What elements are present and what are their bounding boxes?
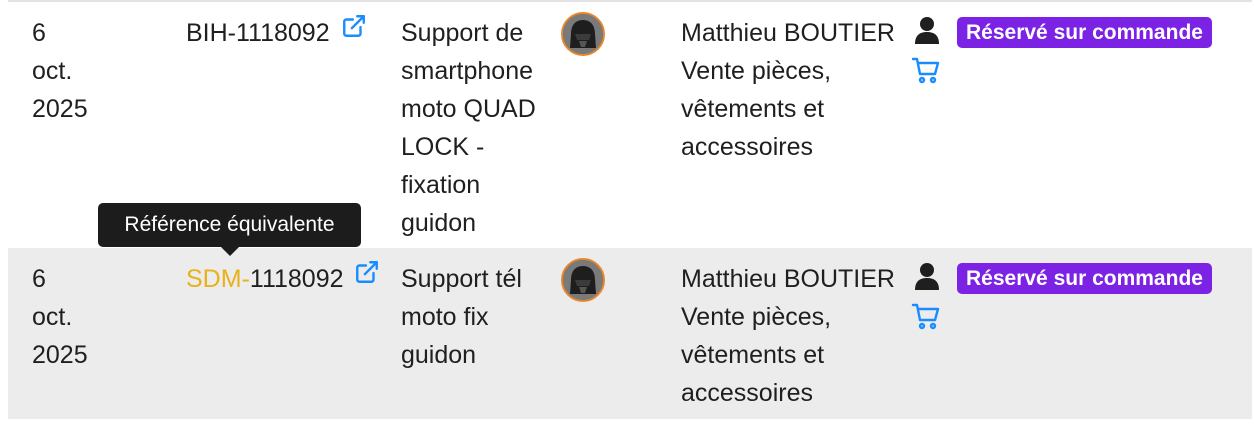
tooltip: Référence équivalente [98,203,361,256]
reference-link[interactable]: BIH-1118092 [186,19,330,47]
table-row[interactable]: 6 oct. 2025 SDM-1118092 Support tél moto… [8,248,1252,419]
cart-icon[interactable] [911,56,941,89]
external-link-icon[interactable] [354,258,380,296]
seller-cell: Matthieu BOUTIER Vente pièces, vêtements… [681,14,911,166]
description-cell: Support de smartphone moto QUAD LOCK - f… [401,19,536,237]
date-cell: 6 oct. 2025 [32,19,88,123]
reference-prefix[interactable]: SDM- [186,265,250,293]
reference-cell: BIH-1118092 [186,14,367,52]
date-cell: 6 oct. 2025 [32,265,88,369]
user-icon[interactable] [914,16,940,49]
cart-icon[interactable] [911,302,941,335]
tooltip-arrow [220,246,240,256]
reference-cell: SDM-1118092 [186,260,380,298]
avatar[interactable] [561,12,605,56]
description-cell: Support tél moto fix guidon [401,265,522,369]
external-link-icon[interactable] [341,12,367,50]
avatar[interactable] [561,258,605,302]
seller-cell: Matthieu BOUTIER Vente pièces, vêtements… [681,260,911,412]
seller-name[interactable]: Matthieu BOUTIER [681,260,911,298]
reference-link[interactable]: SDM-1118092 [186,265,344,293]
tooltip-text: Référence équivalente [124,213,335,236]
status-badge: Réservé sur commande [957,263,1212,294]
seller-name[interactable]: Matthieu BOUTIER [681,14,911,52]
status-badge: Réservé sur commande [957,17,1212,48]
user-icon[interactable] [914,262,940,295]
